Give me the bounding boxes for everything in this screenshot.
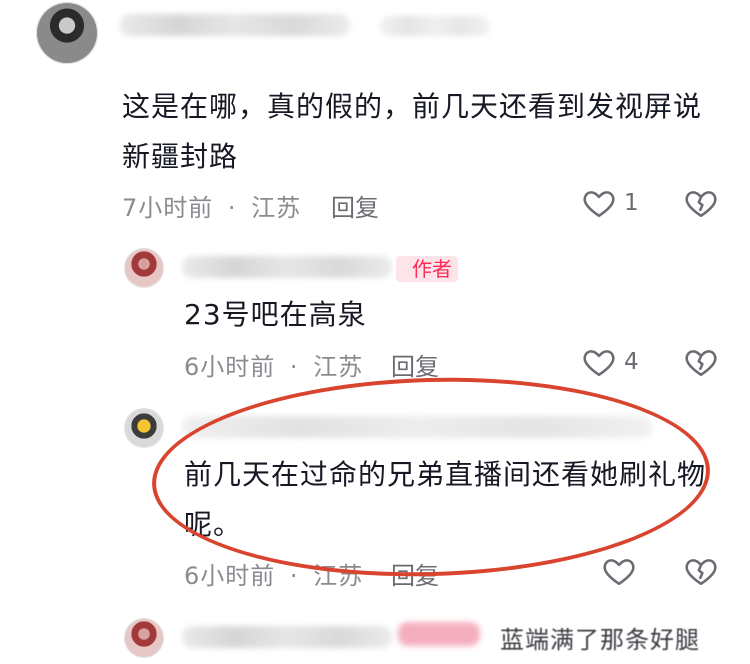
- dislike-button[interactable]: [684, 345, 718, 383]
- broken-heart-icon: [685, 559, 717, 586]
- meta-separator: ·: [227, 194, 237, 222]
- comment-text: 这是在哪，真的假的，前几天还看到发视屏说新疆封路: [122, 90, 703, 173]
- comment-meta: 7小时前 · 江苏: [122, 188, 301, 223]
- author-badge-redacted: [398, 622, 480, 646]
- reply-avatar[interactable]: [124, 618, 164, 658]
- reply-username-redacted[interactable]: [182, 626, 392, 648]
- reply-time: 6小时前: [184, 562, 276, 590]
- username-redacted[interactable]: [120, 14, 350, 36]
- dislike-button[interactable]: [684, 554, 718, 592]
- reply-button[interactable]: 回复: [391, 347, 439, 382]
- heart-outline-icon: [583, 350, 615, 377]
- like-count: 4: [624, 349, 639, 375]
- reply-time: 6小时前: [184, 353, 276, 381]
- like-button[interactable]: [602, 554, 636, 592]
- reply-location: 江苏: [313, 353, 364, 381]
- reply-avatar[interactable]: [124, 248, 164, 288]
- reply-avatar[interactable]: [124, 408, 164, 448]
- comment-location: 江苏: [251, 194, 302, 222]
- reply-username-redacted[interactable]: [182, 256, 392, 278]
- reply-username-partial: 蓝端满了那条好腿: [500, 626, 700, 654]
- comment-time: 7小时前: [122, 194, 214, 222]
- broken-heart-icon: [685, 350, 717, 377]
- user-info-redacted: [380, 16, 490, 36]
- heart-outline-icon: [603, 559, 635, 586]
- annotation-circle: [149, 370, 713, 584]
- like-button[interactable]: 1: [582, 186, 639, 220]
- meta-separator: ·: [289, 353, 299, 381]
- reply-meta: 6小时前 · 江苏: [184, 347, 363, 382]
- avatar[interactable]: [36, 2, 98, 64]
- heart-outline-icon: [583, 191, 615, 218]
- reply-button[interactable]: 回复: [331, 188, 379, 223]
- author-badge: 作者: [396, 256, 458, 282]
- reply-text: 23号吧在高泉: [184, 298, 367, 331]
- like-count: 1: [624, 190, 639, 216]
- dislike-button[interactable]: [684, 186, 718, 224]
- broken-heart-icon: [685, 191, 717, 218]
- like-button[interactable]: 4: [582, 345, 639, 379]
